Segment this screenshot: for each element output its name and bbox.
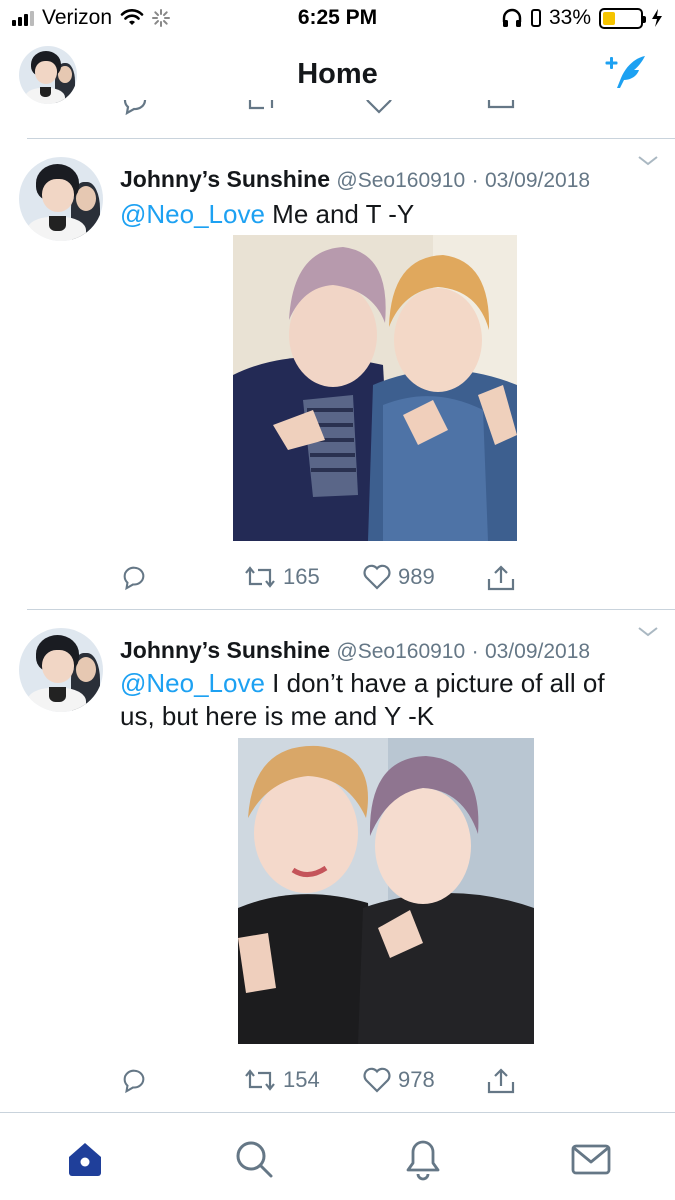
heart-icon <box>363 1067 391 1093</box>
like-icon <box>366 100 392 114</box>
home-tab-icon[interactable] <box>63 1137 107 1181</box>
messages-tab-icon[interactable] <box>569 1137 613 1181</box>
tweet-header: Johnny’s Sunshine @Seo160910 · 03/09/201… <box>120 637 625 664</box>
retweet-button[interactable]: 165 <box>243 563 320 591</box>
status-bar: Verizon 6:25 PM 33% <box>0 0 675 40</box>
avatar <box>19 157 103 241</box>
reply-icon <box>123 1069 145 1094</box>
like-count: 989 <box>398 564 435 589</box>
tweet-body: Me and T -Y <box>264 199 415 229</box>
battery-percent: 33% <box>548 6 591 29</box>
share-button[interactable] <box>486 563 516 593</box>
share-icon <box>487 1068 515 1094</box>
like-button[interactable]: 978 <box>362 1066 435 1094</box>
orientation-lock-icon <box>530 9 541 27</box>
tweet-author-avatar[interactable] <box>19 157 103 241</box>
tweet-meta-separator: · <box>471 169 479 192</box>
compose-tweet-icon[interactable] <box>601 54 649 94</box>
retweet-icon <box>248 100 274 110</box>
reply-button[interactable] <box>120 1066 148 1094</box>
charging-bolt-icon <box>652 9 662 27</box>
chevron-down-icon[interactable] <box>637 155 659 167</box>
tweet-meta-separator: · <box>471 640 479 663</box>
search-tab-icon[interactable] <box>232 1137 276 1181</box>
avatar <box>19 628 103 712</box>
tweet-header: Johnny’s Sunshine @Seo160910 · 03/09/201… <box>120 166 625 193</box>
retweet-button[interactable]: 154 <box>243 1066 320 1094</box>
mention-link[interactable]: @Neo_Love <box>120 199 265 229</box>
like-count: 978 <box>398 1067 435 1092</box>
like-button[interactable]: 989 <box>362 563 435 591</box>
tweet-author-name[interactable]: Johnny’s Sunshine <box>120 637 330 663</box>
bottom-tab-bar <box>0 1112 675 1200</box>
page-title: Home <box>297 58 378 90</box>
mention-link[interactable]: @Neo_Love <box>120 668 265 698</box>
tweet-photo[interactable] <box>238 738 534 1044</box>
tweet-actions: 165 989 <box>0 563 675 597</box>
reply-icon <box>123 100 147 116</box>
battery-fill <box>603 11 615 25</box>
photo-art <box>238 738 534 1044</box>
battery-icon <box>599 7 646 29</box>
share-button[interactable] <box>486 1066 516 1096</box>
tweet-author-handle[interactable]: @Seo160910 <box>336 640 465 663</box>
tweet-date: 03/09/2018 <box>484 640 591 663</box>
tweet-date: 03/09/2018 <box>484 169 591 192</box>
retweet-icon <box>245 566 275 588</box>
tweet-actions: 154 978 <box>0 1066 675 1100</box>
tweet-author-avatar[interactable] <box>19 628 103 712</box>
notifications-tab-icon[interactable] <box>401 1137 445 1181</box>
retweet-count: 165 <box>283 564 320 589</box>
reply-button[interactable] <box>120 563 148 591</box>
share-icon <box>487 100 515 109</box>
share-icon <box>487 565 515 591</box>
tweet-author-name[interactable]: Johnny’s Sunshine <box>120 166 330 192</box>
heart-icon <box>363 564 391 590</box>
reply-icon <box>123 566 145 591</box>
previous-tweet-actions <box>0 100 675 122</box>
status-right: 33% <box>501 6 663 30</box>
retweet-count: 154 <box>283 1067 320 1092</box>
tweet-photo[interactable] <box>233 235 517 541</box>
tweet-text: @Neo_Love I don’t have a picture of all … <box>120 667 635 733</box>
tweet-text: @Neo_Love Me and T -Y <box>120 198 635 231</box>
photo-art <box>233 235 517 541</box>
retweet-icon <box>245 1069 275 1091</box>
headphones-icon <box>502 8 522 27</box>
chevron-down-icon[interactable] <box>637 626 659 638</box>
tweet-1[interactable]: Johnny’s Sunshine @Seo160910 · 03/09/201… <box>0 139 675 609</box>
tweet-2[interactable]: Johnny’s Sunshine @Seo160910 · 03/09/201… <box>0 610 675 1112</box>
tweet-author-handle[interactable]: @Seo160910 <box>336 169 465 192</box>
